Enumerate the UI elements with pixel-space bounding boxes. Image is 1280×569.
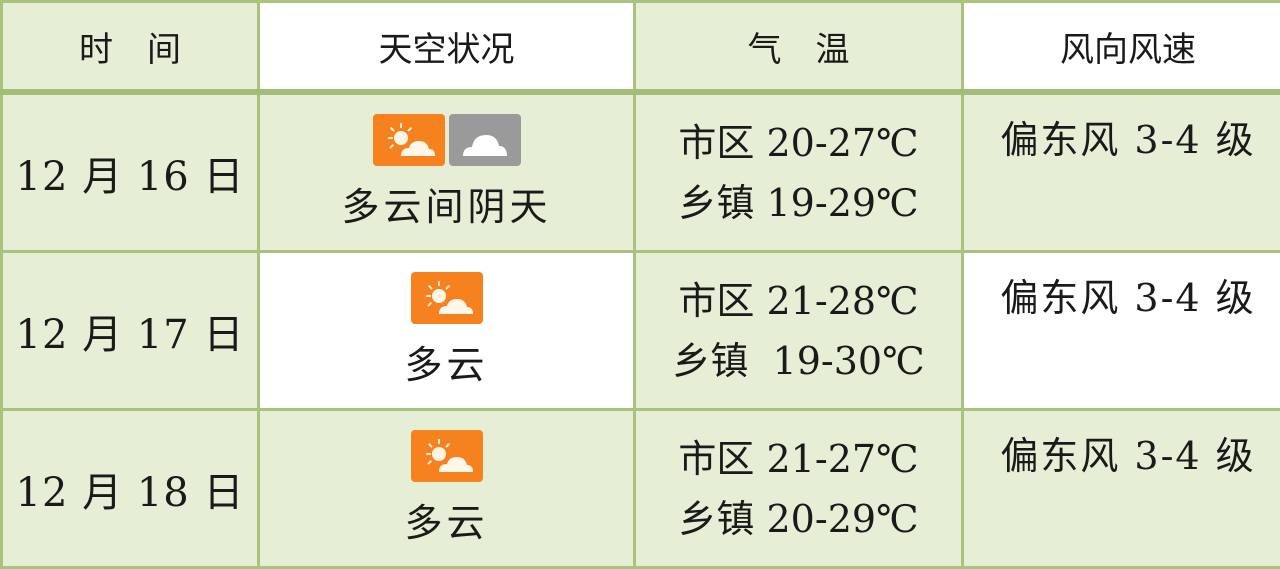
table-row: 12 月 16 日 多云间阴天 市区 20-27℃ — [2, 92, 1280, 252]
sky-cell: 多云 — [259, 410, 635, 568]
temperature-cell: 市区 20-27℃ 乡镇 19-29℃ — [635, 92, 963, 252]
date-cell: 12 月 16 日 — [2, 92, 259, 252]
sky-cell: 多云 — [259, 252, 635, 410]
table-row: 12 月 17 日 多云 市区 21-28℃ 乡镇 19-30℃ 偏东风 — [2, 252, 1280, 410]
sky-condition-text: 多云间阴天 — [341, 176, 551, 231]
weather-forecast-table: 时 间 天空状况 气 温 风向风速 12 月 16 日 — [0, 0, 1280, 569]
city-temperature: 市区 21-28℃ — [678, 282, 918, 320]
temperature-cell: 市区 21-27℃ 乡镇 20-29℃ — [635, 410, 963, 568]
partly-cloudy-icon — [411, 430, 483, 482]
header-temperature: 气 温 — [635, 2, 963, 93]
header-sky: 天空状况 — [259, 2, 635, 93]
town-temperature: 乡镇 19-29℃ — [678, 184, 918, 222]
date-cell: 12 月 18 日 — [2, 410, 259, 568]
header-time: 时 间 — [2, 2, 259, 93]
town-temperature: 乡镇 20-29℃ — [678, 500, 918, 538]
wind-cell: 偏东风 3-4 级 — [963, 252, 1280, 410]
sky-condition-text: 多云 — [404, 492, 488, 547]
wind-cell: 偏东风 3-4 级 — [963, 410, 1280, 568]
sky-cell: 多云间阴天 — [259, 92, 635, 252]
city-temperature: 市区 21-27℃ — [678, 440, 918, 478]
date-cell: 12 月 17 日 — [2, 252, 259, 410]
partly-cloudy-icon — [373, 114, 445, 166]
partly-cloudy-icon — [411, 272, 483, 324]
table-row: 12 月 18 日 多云 市区 21-27℃ 乡镇 20-29℃ 偏东风 — [2, 410, 1280, 568]
town-temperature: 乡镇 19-30℃ — [672, 342, 924, 380]
wind-cell: 偏东风 3-4 级 — [963, 92, 1280, 252]
city-temperature: 市区 20-27℃ — [678, 124, 918, 162]
overcast-icon — [449, 114, 521, 166]
temperature-cell: 市区 21-28℃ 乡镇 19-30℃ — [635, 252, 963, 410]
header-wind: 风向风速 — [963, 2, 1280, 93]
sky-condition-text: 多云 — [404, 334, 488, 389]
header-row: 时 间 天空状况 气 温 风向风速 — [2, 2, 1280, 93]
